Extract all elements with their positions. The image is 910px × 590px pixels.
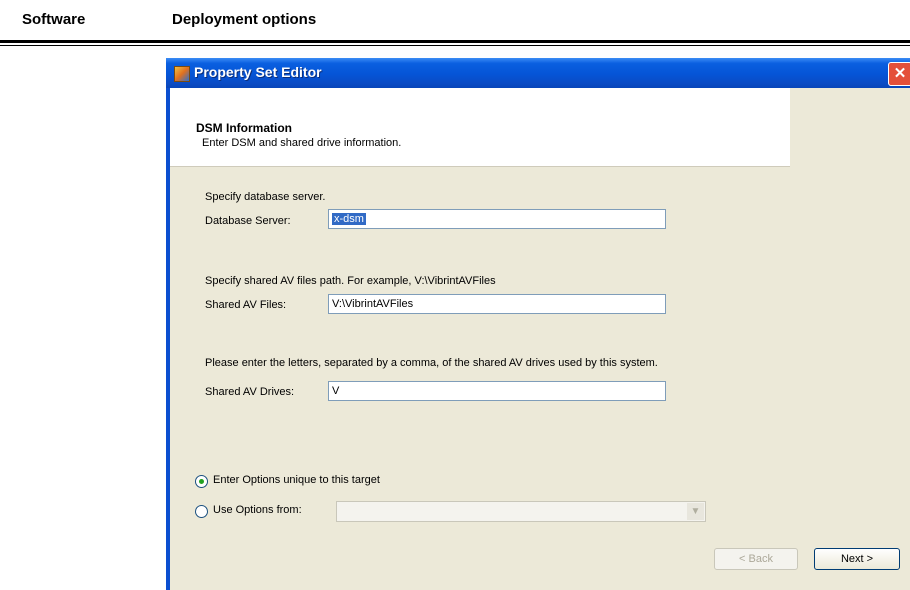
document-header: Software Deployment options [0,0,910,48]
close-button[interactable]: ✕ [888,62,910,86]
wizard-step-title: DSM Information [196,121,292,135]
radio-selected-dot [199,479,204,484]
property-set-editor-window: Property Set Editor ✕ DSM Information En… [166,58,910,590]
use-options-from-dropdown[interactable]: ▼ [336,501,706,522]
shared-av-files-input[interactable]: V:\VibrintAVFiles [328,294,666,314]
section-label: Software [22,11,86,28]
database-prompt: Specify database server. [205,191,326,203]
av-drives-prompt: Please enter the letters, separated by a… [205,357,658,369]
header-rule [0,40,910,43]
shared-av-files-label: Shared AV Files: [205,299,287,311]
database-server-value: x-dsm [332,213,366,225]
av-files-prompt: Specify shared AV files path. For exampl… [205,275,496,287]
back-button[interactable]: < Back [714,548,798,570]
unique-options-radio[interactable] [195,475,208,488]
use-options-from-label[interactable]: Use Options from: [213,504,302,516]
use-options-from-radio[interactable] [195,505,208,518]
shared-av-drives-input[interactable]: V [328,381,666,401]
unique-options-label[interactable]: Enter Options unique to this target [213,474,380,486]
header-rule-thin [0,45,910,46]
page-title: Deployment options [172,11,317,28]
window-title: Property Set Editor [194,64,322,80]
database-server-input[interactable]: x-dsm [328,209,666,229]
wizard-step-subtitle: Enter DSM and shared drive information. [202,137,402,149]
chevron-down-icon[interactable]: ▼ [687,503,704,520]
window-titlebar[interactable]: Property Set Editor ✕ [166,58,910,88]
database-server-label: Database Server: [205,215,291,227]
next-button[interactable]: Next > [814,548,900,570]
app-icon [174,66,190,82]
shared-av-drives-label: Shared AV Drives: [205,386,295,398]
